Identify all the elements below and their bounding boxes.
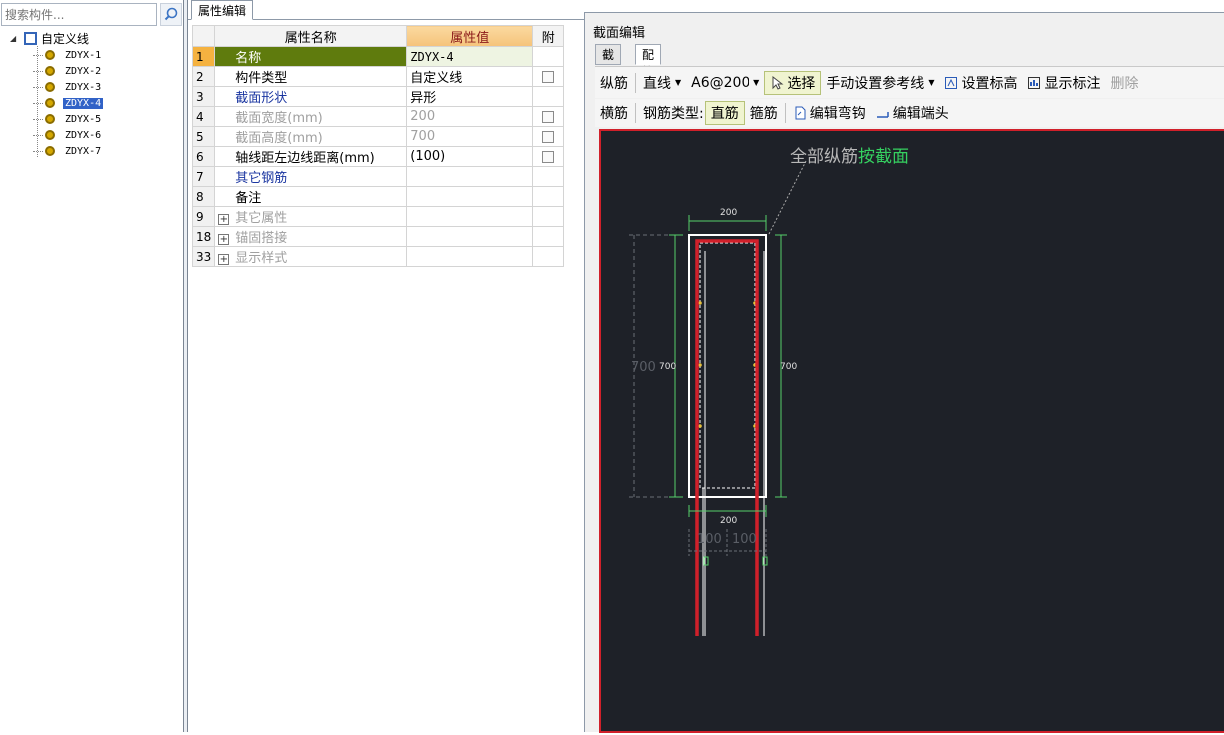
stirrup-button[interactable]: 箍筋 [745, 101, 783, 125]
stirrup-outline [699, 242, 756, 489]
table-row[interactable]: 9 + 其它属性 [191, 206, 565, 227]
straight-rebar-button[interactable]: 直筋 [704, 101, 745, 125]
value-cell[interactable]: ZDYX-4 [406, 46, 534, 67]
gear-icon [45, 82, 55, 92]
search-icon [164, 7, 178, 21]
cursor-icon [772, 75, 784, 90]
value-cell[interactable]: 200 [406, 106, 534, 127]
collapse-caret-icon[interactable]: ◢ [10, 34, 20, 43]
table-row[interactable]: 5 截面高度(mm) 700 [191, 126, 565, 147]
dim-sub-a: 100 [697, 532, 722, 547]
dim-far-left: 700 [631, 360, 656, 375]
show-annotation-button[interactable]: 显示标注 [1022, 71, 1105, 95]
tree-item[interactable]: ZDYX-7 [33, 143, 103, 159]
rebar-u-shape[interactable] [695, 239, 759, 636]
chevron-down-icon: ▼ [675, 78, 682, 87]
annotation-icon [1028, 76, 1041, 89]
tab-section[interactable]: 截面 [595, 44, 622, 79]
delete-button[interactable]: 删除 [1105, 71, 1143, 95]
chevron-down-icon: ▼ [753, 78, 760, 87]
canvas-label-by-section: 按截面 [858, 147, 909, 167]
rebar-toolbar: 纵筋 直线 ▼ A6@200 ▼ 选择 手动设置参考线 ▼ 设置标高 显示标注 删除 [595, 66, 1224, 98]
tree-root-custom-line[interactable]: ◢ 自定义线 [10, 30, 89, 47]
table-row[interactable]: 6 轴线距左边线距离(mm) (100) [191, 146, 565, 167]
dim-bottom: 200 [720, 516, 737, 526]
column-header-attach: 附 [532, 25, 565, 47]
column-header-name: 属性名称 [214, 25, 408, 47]
attach-checkbox[interactable] [542, 150, 555, 163]
table-row[interactable]: 8 备注 [191, 186, 565, 207]
table-row[interactable]: 4 截面宽度(mm) 200 [191, 106, 565, 127]
property-table: 属性名称 属性值 附 1 名称 ZDYX-4 2 构件类型 自定义线 3 截面形… [191, 25, 565, 267]
tab-property-edit[interactable]: 属性编辑 [191, 0, 254, 20]
dim-right: 700 [780, 362, 797, 372]
section-drawing: 700 200 700 700 200 100 100 [629, 160, 807, 636]
select-button[interactable]: 选择 [764, 70, 822, 95]
table-header: 属性名称 属性值 附 [191, 25, 565, 47]
gear-icon [45, 130, 55, 140]
leader-line [768, 160, 807, 235]
attach-checkbox[interactable] [542, 70, 555, 83]
expand-plus-icon[interactable]: + [218, 254, 230, 265]
drawing-canvas[interactable]: 700 200 700 700 200 100 100 全部纵筋 按截面 [599, 129, 1224, 733]
value-cell[interactable]: 700 [406, 126, 534, 147]
dim-left: 700 [659, 362, 676, 372]
rebar-type-toolbar: 横筋 钢筋类型: 直筋 箍筋 编辑弯钩 编辑端头 [595, 99, 1224, 127]
column-header-value: 属性值 [406, 25, 534, 47]
tree-item[interactable]: ZDYX-6 [33, 127, 103, 143]
gear-icon [45, 114, 55, 124]
rebar-spec-dropdown[interactable]: A6@200 ▼ [686, 71, 764, 95]
value-cell[interactable]: 异形 [406, 86, 534, 107]
property-panel: 属性编辑 属性名称 属性值 附 1 名称 ZDYX-4 2 构件类型 自定义线 … [188, 0, 584, 732]
edit-end-button[interactable]: 编辑端头 [871, 101, 954, 125]
value-cell[interactable] [406, 166, 534, 187]
expand-plus-icon[interactable]: + [218, 214, 230, 225]
tree-root-label: 自定义线 [41, 32, 90, 46]
gear-icon [45, 66, 55, 76]
elevation-icon [945, 76, 958, 89]
table-row[interactable]: 2 构件类型 自定义线 [191, 66, 565, 87]
value-cell[interactable] [406, 186, 534, 207]
value-cell[interactable]: (100) [406, 146, 534, 167]
table-row[interactable]: 33 + 显示样式 [191, 246, 565, 267]
attach-checkbox[interactable] [542, 130, 555, 143]
transverse-rebar-button[interactable]: 横筋 [595, 101, 633, 125]
edit-hook-icon [795, 106, 806, 120]
tree-item-selected[interactable]: ZDYX-4 [33, 95, 104, 111]
custom-line-icon [24, 32, 37, 45]
search-button[interactable] [160, 3, 182, 26]
gear-icon [45, 146, 55, 156]
canvas-label-all-longitudinal: 全部纵筋 [790, 147, 858, 167]
tab-rebar[interactable]: 配筋 [635, 44, 662, 79]
table-row[interactable]: 18 + 锚固搭接 [191, 226, 565, 247]
tree-item[interactable]: ZDYX-1 [33, 47, 103, 63]
ref-line-dropdown[interactable]: 手动设置参考线 ▼ [821, 71, 939, 95]
section-editor-window: 截面编辑 截面 配筋 纵筋 直线▼ A6@200▼ 选择 手动设置参考线▼ 设置… [584, 12, 1224, 733]
longitudinal-rebar-button[interactable]: 纵筋 [595, 71, 633, 95]
window-title: 截面编辑 [593, 26, 646, 41]
dim-sub-b: 100 [732, 532, 757, 547]
expand-plus-icon[interactable]: + [218, 234, 230, 245]
edit-end-icon [876, 112, 889, 118]
component-tree-panel: ◢ 自定义线 ZDYX-1 ZDYX-2 ZDYX-3 ZDYX-4 ZDYX-… [0, 0, 183, 732]
tree-item[interactable]: ZDYX-5 [33, 111, 103, 127]
gear-icon [45, 98, 55, 108]
tree-item[interactable]: ZDYX-3 [33, 79, 103, 95]
table-row[interactable]: 1 名称 ZDYX-4 [191, 46, 565, 67]
search-input[interactable] [1, 3, 157, 26]
attach-checkbox[interactable] [542, 110, 555, 123]
rebar-type-label: 钢筋类型: [643, 106, 704, 122]
chevron-down-icon: ▼ [928, 78, 935, 87]
line-mode-dropdown[interactable]: 直线 ▼ [638, 71, 686, 95]
table-row[interactable]: 7 其它钢筋 [191, 166, 565, 187]
gear-icon [45, 50, 55, 60]
value-cell[interactable]: 自定义线 [406, 66, 534, 87]
tree-item[interactable]: ZDYX-2 [33, 63, 103, 79]
dim-top: 200 [720, 208, 737, 218]
set-elevation-button[interactable]: 设置标高 [939, 71, 1022, 95]
table-row[interactable]: 3 截面形状 异形 [191, 86, 565, 107]
edit-hook-button[interactable]: 编辑弯钩 [788, 101, 871, 125]
